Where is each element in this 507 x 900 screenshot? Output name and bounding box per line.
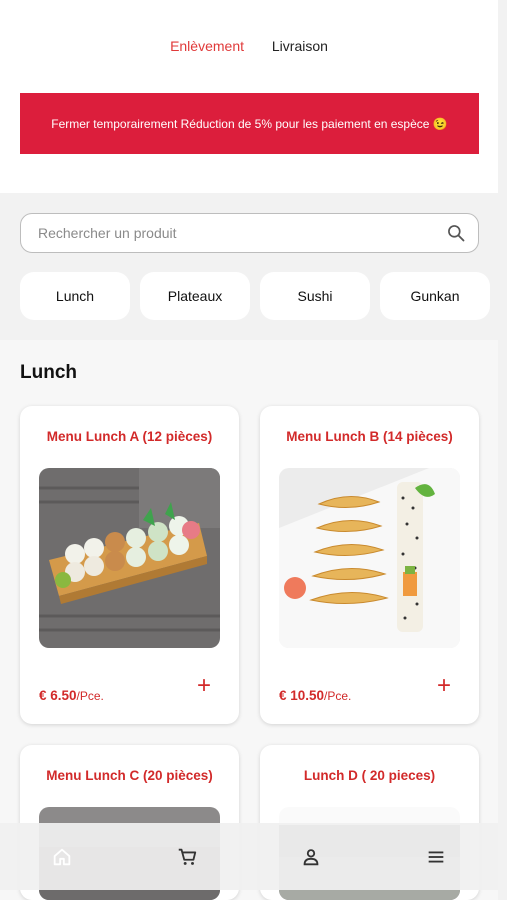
category-chips: Lunch Plateaux Sushi Gunkan <box>20 272 498 320</box>
price-unit: /Pce. <box>324 689 352 703</box>
account-icon <box>303 848 319 865</box>
product-name: Menu Lunch B (14 pièces) <box>286 429 453 444</box>
price-unit: /Pce. <box>76 689 104 703</box>
nav-cart[interactable] <box>157 837 217 877</box>
product-price: € 10.50/Pce. <box>279 688 351 703</box>
nav-menu[interactable] <box>406 837 466 877</box>
tab-delivery[interactable]: Livraison <box>260 38 340 54</box>
search-icon[interactable] <box>446 223 466 243</box>
product-price: € 6.50/Pce. <box>39 688 104 703</box>
cart-icon <box>178 848 196 865</box>
nav-account[interactable] <box>281 837 341 877</box>
nav-home[interactable] <box>32 837 92 877</box>
search-bar[interactable] <box>20 213 479 253</box>
announcement-banner: Fermer temporairement Réduction de 5% po… <box>20 93 479 154</box>
category-lunch[interactable]: Lunch <box>20 272 130 320</box>
product-image <box>279 468 460 648</box>
search-input[interactable] <box>38 225 446 241</box>
banner-text: Fermer temporairement Réduction de 5% po… <box>51 116 448 131</box>
category-plateaux[interactable]: Plateaux <box>140 272 250 320</box>
tab-pickup[interactable]: Enlèvement <box>158 38 256 54</box>
product-name: Menu Lunch A (12 pièces) <box>46 429 213 444</box>
category-gunkan[interactable]: Gunkan <box>380 272 490 320</box>
add-to-cart-button[interactable]: + <box>437 674 451 698</box>
product-card[interactable]: Menu Lunch A (12 pièces) € 6.50/Pce. + <box>20 406 239 724</box>
add-to-cart-button[interactable]: + <box>197 674 211 698</box>
section-title: Lunch <box>20 362 77 383</box>
product-card[interactable]: Menu Lunch B (14 pièces) € 10.50/Pce. + <box>260 406 479 724</box>
bottom-navigation <box>0 823 498 890</box>
product-name: Lunch D ( 20 pieces) <box>303 768 436 783</box>
product-image <box>39 468 220 648</box>
home-icon <box>54 848 71 865</box>
price-value: € 6.50 <box>39 688 77 703</box>
product-name: Menu Lunch C (20 pièces) <box>46 768 213 783</box>
price-value: € 10.50 <box>279 688 325 703</box>
delivery-mode-tabs: Enlèvement Livraison <box>0 38 498 54</box>
menu-icon <box>428 851 444 862</box>
header-panel: Enlèvement Livraison Fermer temporaireme… <box>0 0 498 193</box>
category-sushi[interactable]: Sushi <box>260 272 370 320</box>
